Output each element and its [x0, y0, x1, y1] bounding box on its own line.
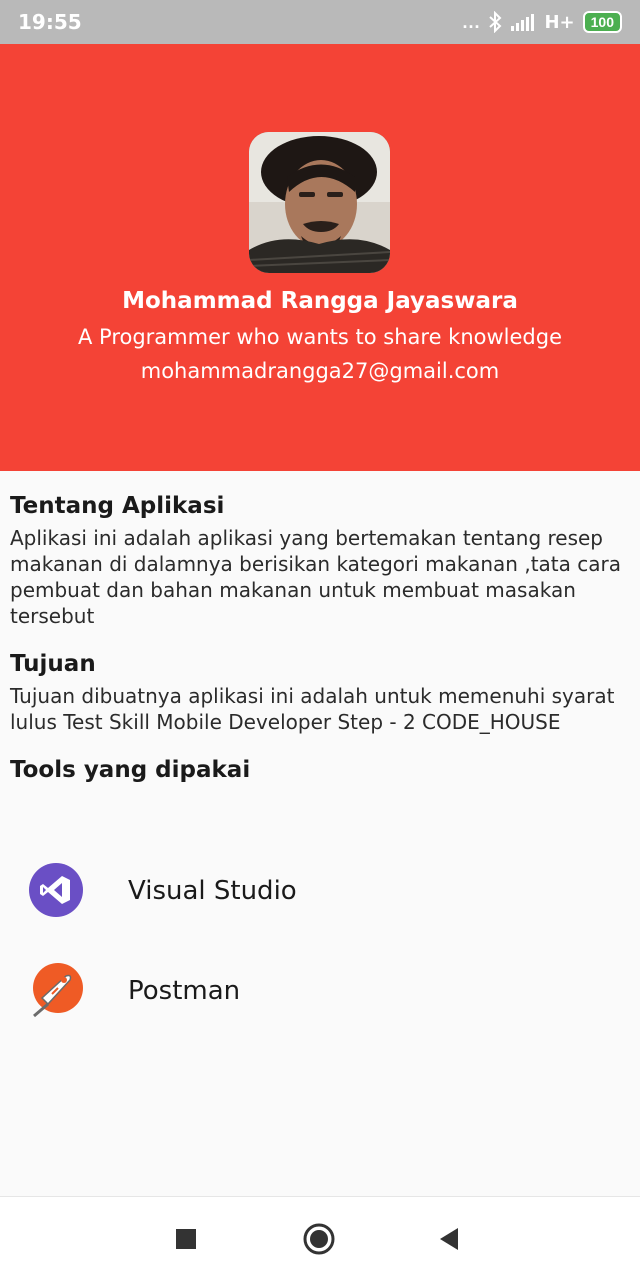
tool-item-visual-studio[interactable]: Visual Studio — [0, 852, 640, 932]
goal-body: Tujuan dibuatnya aplikasi ini adalah unt… — [10, 684, 615, 734]
avatar — [249, 132, 390, 273]
tools-title: Tools yang dipakai — [10, 757, 251, 783]
tool-label: Visual Studio — [128, 876, 297, 906]
signal-icon — [511, 14, 535, 31]
info-content: Tentang Aplikasi Aplikasi ini adalah apl… — [10, 493, 630, 783]
profile-email: mohammadrangga27@gmail.com — [140, 359, 500, 383]
about-body: Aplikasi ini adalah aplikasi yang bertem… — [10, 526, 621, 628]
notification-dots-icon: ... — [462, 11, 481, 32]
about-title: Tentang Aplikasi — [10, 493, 225, 519]
status-icons: ... H+ 100 — [462, 8, 622, 36]
network-type: H+ — [544, 11, 575, 33]
bluetooth-icon — [489, 11, 502, 33]
postman-icon — [28, 962, 84, 1018]
battery-icon: 100 — [582, 11, 622, 33]
triangle-back-icon[interactable] — [432, 1221, 468, 1257]
profile-name: Mohammad Rangga Jayaswara — [122, 288, 518, 314]
tool-label: Postman — [128, 976, 241, 1006]
circle-home-icon[interactable] — [301, 1221, 337, 1257]
square-recents-icon[interactable] — [168, 1221, 204, 1257]
system-nav-bar — [0, 1196, 640, 1281]
visual-studio-icon — [28, 862, 84, 918]
profile-header: Mohammad Rangga Jayaswara A Programmer w… — [0, 44, 640, 471]
profile-tagline: A Programmer who wants to share knowledg… — [77, 325, 562, 349]
tool-item-postman[interactable]: Postman — [0, 952, 640, 1032]
status-bar: 19:55 ... H+ 100 — [0, 0, 640, 44]
goal-title: Tujuan — [10, 651, 96, 677]
status-time: 19:55 — [18, 10, 82, 34]
